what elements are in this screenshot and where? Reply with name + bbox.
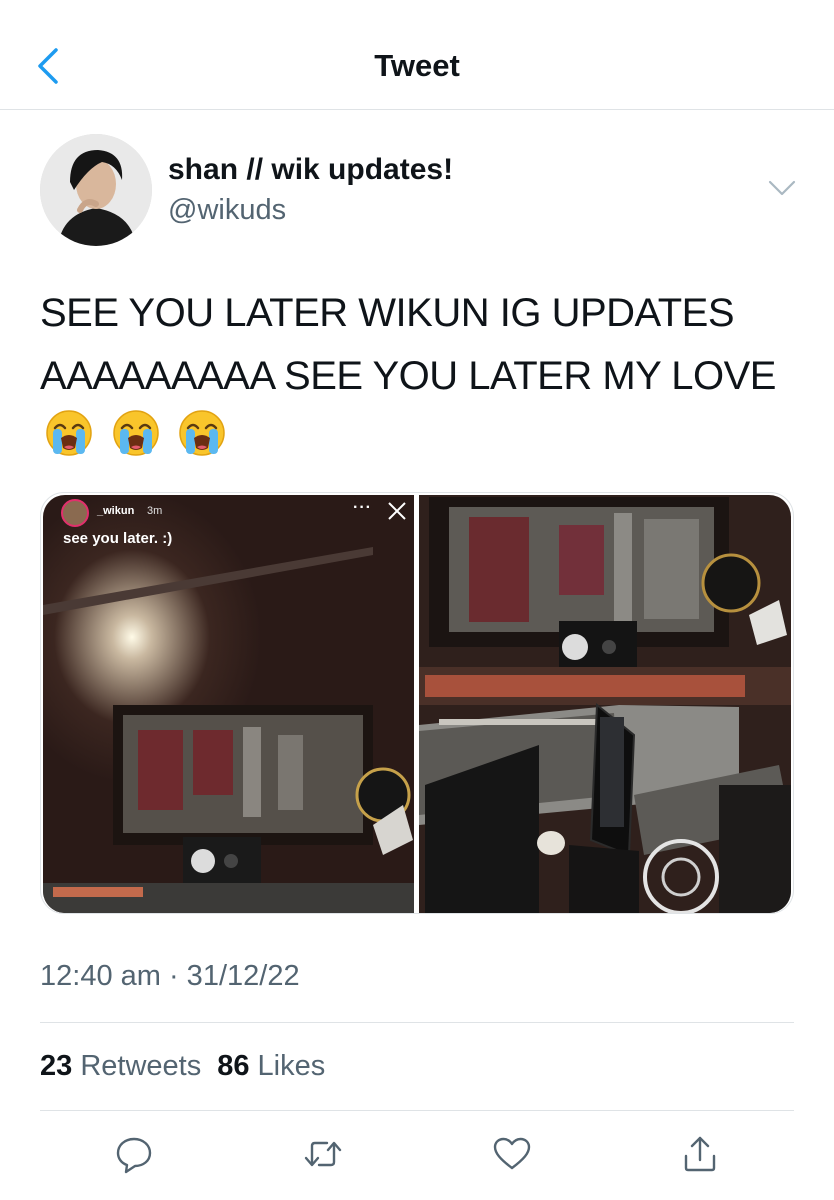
divider xyxy=(40,1110,794,1111)
retweet-icon xyxy=(304,1141,342,1167)
chevron-down-icon xyxy=(768,180,796,196)
author-display-name[interactable]: shan // wik updates! xyxy=(168,153,453,187)
story-caption: see you later. :) xyxy=(63,530,173,547)
loudly-crying-face-icon xyxy=(46,410,92,456)
tweet-timestamp[interactable]: 12:40 am · 31/12/22 xyxy=(40,960,300,993)
retweet-button[interactable] xyxy=(303,1134,343,1174)
tweet-text: SEE YOU LATER WIKUN IG UPDATES AAAAAAAAA… xyxy=(40,282,800,477)
tweet-body: SEE YOU LATER WIKUN IG UPDATES AAAAAAAAA… xyxy=(40,291,776,398)
likes-count: 86 xyxy=(217,1050,250,1082)
top-nav-bar: Tweet xyxy=(0,0,834,110)
engagement-stats: 23 Retweets 86 Likes xyxy=(40,1050,325,1083)
emoji-group xyxy=(44,408,233,477)
tweet-media: _wikun 3m ··· see you later. :) xyxy=(40,492,794,914)
loudly-crying-face-icon xyxy=(112,410,159,456)
like-button[interactable] xyxy=(492,1134,532,1174)
likes-stat[interactable]: 86 Likes xyxy=(217,1050,325,1082)
reply-icon xyxy=(116,1137,152,1174)
media-photo-story[interactable]: _wikun 3m ··· see you later. :) xyxy=(43,495,414,913)
divider xyxy=(40,1022,794,1023)
loudly-crying-face-icon xyxy=(179,410,225,456)
story-username: _wikun xyxy=(97,505,135,517)
retweets-label: Retweets xyxy=(80,1050,202,1082)
author-handle[interactable]: @wikuds xyxy=(168,194,286,227)
heart-icon xyxy=(493,1137,531,1170)
share-icon xyxy=(684,1136,716,1172)
avatar[interactable] xyxy=(40,134,152,246)
retweets-stat[interactable]: 23 Retweets xyxy=(40,1050,201,1082)
page-title: Tweet xyxy=(374,48,460,83)
share-button[interactable] xyxy=(680,1134,720,1174)
reply-button[interactable] xyxy=(114,1134,154,1174)
retweets-count: 23 xyxy=(40,1050,73,1082)
story-avatar xyxy=(61,499,89,527)
story-time: 3m xyxy=(147,505,163,517)
media-photo-studio[interactable] xyxy=(419,495,791,913)
story-more-icon: ··· xyxy=(353,499,372,516)
more-options-button[interactable] xyxy=(766,176,798,200)
likes-label: Likes xyxy=(257,1050,326,1082)
story-close-icon xyxy=(388,502,406,520)
